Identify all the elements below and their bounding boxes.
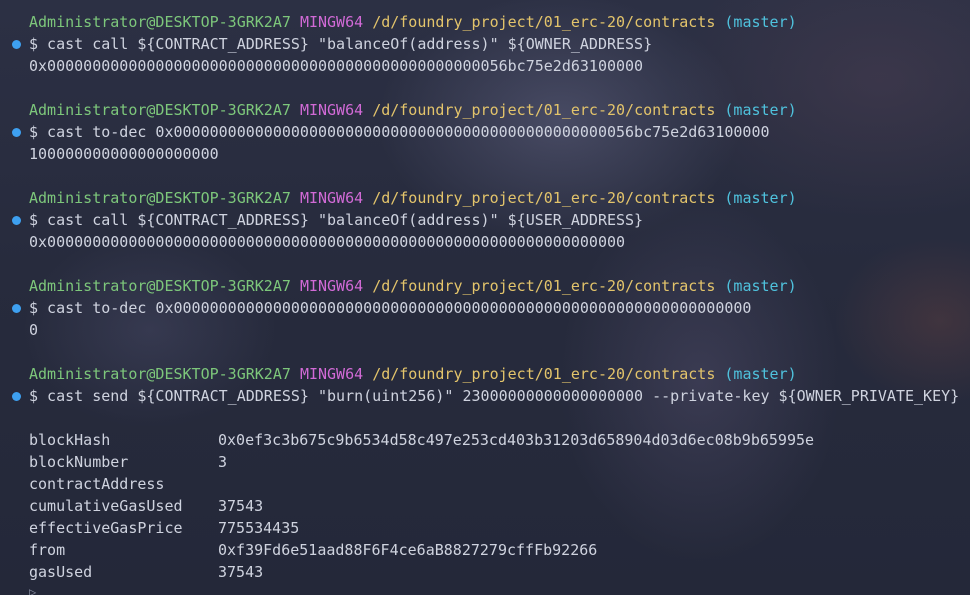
command-line: $ cast send ${CONTRACT_ADDRESS} "burn(ui… xyxy=(0,385,970,407)
receipt-key: from xyxy=(29,541,66,559)
prompt-line: Administrator@DESKTOP-3GRK2A7 MINGW64 /d… xyxy=(0,275,970,297)
receipt-value: 0xf39Fd6e51aad88F6F4ce6aB8827279cffFb922… xyxy=(218,541,598,559)
receipt-value: 37543 xyxy=(218,497,264,515)
prompt-branch: (master) xyxy=(724,189,797,207)
prompt-branch: (master) xyxy=(724,101,797,119)
prompt-shell: MINGW64 xyxy=(299,277,364,295)
prompt-path: /d/foundry_project/01_erc-20/contracts xyxy=(372,101,716,119)
receipt-key: contractAddress xyxy=(29,475,165,493)
prompt-line: Administrator@DESKTOP-3GRK2A7 MINGW64 /d… xyxy=(0,99,970,121)
prompt-shell: MINGW64 xyxy=(299,189,364,207)
prompt-path: /d/foundry_project/01_erc-20/contracts xyxy=(372,189,716,207)
command-status-dot-icon[interactable] xyxy=(12,304,21,313)
command-output: 0x00000000000000000000000000000000000000… xyxy=(29,233,626,251)
prompt-path: /d/foundry_project/01_erc-20/contracts xyxy=(372,13,716,31)
command-status-dot-icon[interactable] xyxy=(12,128,21,137)
command-status-dot-icon[interactable] xyxy=(12,392,21,401)
receipt-row: effectiveGasPrice 775534435 xyxy=(0,517,970,539)
prompt-user-host: Administrator@DESKTOP-3GRK2A7 xyxy=(29,13,291,31)
receipt-key: gasUsed xyxy=(29,563,93,581)
prompt-shell: MINGW64 xyxy=(299,101,364,119)
receipt-row: blockNumber 3 xyxy=(0,451,970,473)
command-output: 0x00000000000000000000000000000000000000… xyxy=(29,57,644,75)
prompt-line: Administrator@DESKTOP-3GRK2A7 MINGW64 /d… xyxy=(0,363,970,385)
command-status-dot-icon[interactable] xyxy=(12,216,21,225)
receipt-value: 0x0ef3c3b675c9b6534d58c497e253cd403b3120… xyxy=(218,431,815,449)
prompt-path: /d/foundry_project/01_erc-20/contracts xyxy=(372,365,716,383)
prompt-shell: MINGW64 xyxy=(299,13,364,31)
command-output: 0 xyxy=(29,321,39,339)
receipt-value: 37543 xyxy=(218,563,264,581)
receipt-value: 3 xyxy=(218,453,228,471)
receipt-row: gasUsed 37543 xyxy=(0,561,970,583)
command-text: $ cast call ${CONTRACT_ADDRESS} "balance… xyxy=(29,35,653,53)
prompt-shell: MINGW64 xyxy=(299,365,364,383)
command-text: $ cast send ${CONTRACT_ADDRESS} "burn(ui… xyxy=(29,387,960,405)
command-output: 100000000000000000000 xyxy=(29,145,219,163)
receipt-key: effectiveGasPrice xyxy=(29,519,183,537)
prompt-branch: (master) xyxy=(724,13,797,31)
command-line: $ cast to-dec 0x000000000000000000000000… xyxy=(0,121,970,143)
prompt-user-host: Administrator@DESKTOP-3GRK2A7 xyxy=(29,101,291,119)
receipt-row: blockHash 0x0ef3c3b675c9b6534d58c497e253c… xyxy=(0,429,970,451)
command-status-dot-icon[interactable] xyxy=(12,40,21,49)
prompt-user-host: Administrator@DESKTOP-3GRK2A7 xyxy=(29,365,291,383)
receipt-key: blockHash xyxy=(29,431,111,449)
prompt-path: /d/foundry_project/01_erc-20/contracts xyxy=(372,277,716,295)
receipt-value: 775534435 xyxy=(218,519,300,537)
prompt-branch: (master) xyxy=(724,277,797,295)
terminal-output[interactable]: Administrator@DESKTOP-3GRK2A7 MINGW64 /d… xyxy=(0,11,970,583)
receipt-row: contractAddress xyxy=(0,473,970,495)
receipt-key: cumulativeGasUsed xyxy=(29,497,183,515)
command-line: $ cast call ${CONTRACT_ADDRESS} "balance… xyxy=(0,33,970,55)
command-text: $ cast to-dec 0x000000000000000000000000… xyxy=(29,123,770,141)
scroll-arrow-icon[interactable]: ▷ xyxy=(29,586,36,595)
prompt-user-host: Administrator@DESKTOP-3GRK2A7 xyxy=(29,189,291,207)
receipt-row: cumulativeGasUsed 37543 xyxy=(0,495,970,517)
command-text: $ cast call ${CONTRACT_ADDRESS} "balance… xyxy=(29,211,644,229)
command-line: $ cast to-dec 0x000000000000000000000000… xyxy=(0,297,970,319)
command-line: $ cast call ${CONTRACT_ADDRESS} "balance… xyxy=(0,209,970,231)
prompt-line: Administrator@DESKTOP-3GRK2A7 MINGW64 /d… xyxy=(0,11,970,33)
receipt-key: blockNumber xyxy=(29,453,129,471)
command-text: $ cast to-dec 0x000000000000000000000000… xyxy=(29,299,752,317)
receipt-row: from 0xf39Fd6e51aad88F6F4ce6aB8827279cffF… xyxy=(0,539,970,561)
prompt-branch: (master) xyxy=(724,365,797,383)
prompt-line: Administrator@DESKTOP-3GRK2A7 MINGW64 /d… xyxy=(0,187,970,209)
prompt-user-host: Administrator@DESKTOP-3GRK2A7 xyxy=(29,277,291,295)
